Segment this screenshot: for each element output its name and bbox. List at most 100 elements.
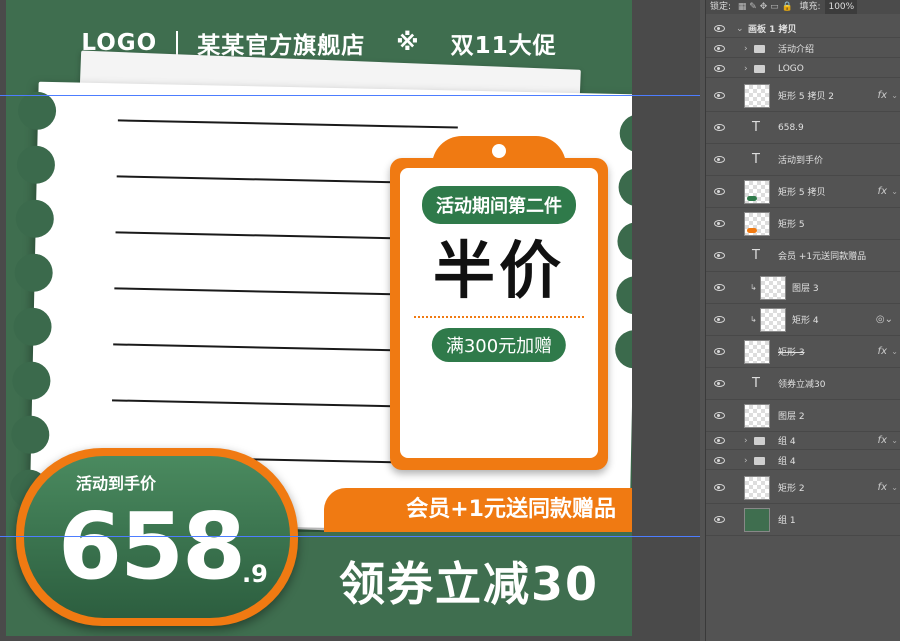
layer-thumbnail — [744, 83, 770, 108]
binder-hole — [12, 361, 51, 401]
layer-row[interactable]: ↳ 矩形 4 ◎⌄ — [706, 304, 900, 336]
eye-icon[interactable] — [714, 380, 725, 387]
layer-row[interactable]: 图层 2 — [706, 400, 900, 432]
eye-icon[interactable] — [714, 284, 725, 291]
layer-row[interactable]: 矩形 3 fx ⌄ — [706, 336, 900, 368]
fill-label: 填充: — [799, 2, 821, 12]
layer-row[interactable]: T 会员 +1元送同款赠品 — [706, 240, 900, 272]
text-layer-icon: T — [752, 120, 760, 135]
eye-icon[interactable] — [714, 457, 725, 464]
chevron-right-icon[interactable]: › — [744, 44, 748, 54]
horizontal-guide[interactable] — [0, 95, 700, 96]
layer-name: 矩形 3 — [778, 348, 805, 358]
photoshop-window: LOGO 某某官方旗舰店 ※ 双11大促 活动期间第二件 半价 满300元加赠 … — [0, 0, 900, 641]
binder-hole — [13, 307, 52, 347]
layer-row[interactable]: T 658.9 — [706, 112, 900, 144]
layer-name: 组 4 — [778, 437, 796, 447]
tag-half-price: 半价 — [432, 234, 565, 307]
eye-icon[interactable] — [714, 92, 725, 99]
layer-name: 组 4 — [778, 457, 796, 467]
promo-tag: 活动期间第二件 半价 满300元加赠 — [390, 136, 608, 470]
fill-input[interactable]: 100% — [825, 0, 858, 14]
binder-hole — [17, 91, 57, 131]
text-layer-icon: T — [752, 248, 760, 263]
folder-icon — [754, 44, 765, 53]
eye-icon[interactable] — [714, 348, 725, 355]
chevron-right-icon[interactable]: › — [744, 456, 748, 466]
eye-icon[interactable] — [714, 124, 725, 131]
chevron-down-icon[interactable]: ⌄ — [891, 347, 898, 356]
lock-icons[interactable]: ▦ ✎ ✥ ▭ 🔒 — [738, 2, 793, 12]
layer-row[interactable]: › LOGO — [706, 60, 900, 78]
price-badge-inner: 活动到手价 658 .9 — [24, 456, 290, 618]
lock-label: 锁定: — [710, 2, 732, 12]
eye-icon[interactable] — [714, 156, 725, 163]
layer-row[interactable]: T 活动到手价 — [706, 144, 900, 176]
layer-name: 图层 3 — [792, 284, 819, 294]
tag-dotted-divider — [414, 316, 584, 318]
title-divider — [176, 31, 179, 55]
chevron-down-icon[interactable]: ⌄ — [891, 483, 898, 492]
clip-link-icon: ↳ — [750, 315, 757, 324]
eye-icon[interactable] — [714, 516, 725, 523]
eye-icon[interactable] — [714, 25, 725, 32]
layer-row[interactable]: 矩形 5 — [706, 208, 900, 240]
layer-thumbnail — [744, 339, 770, 364]
eye-icon[interactable] — [714, 65, 725, 72]
eye-icon[interactable] — [714, 45, 725, 52]
chevron-down-icon[interactable]: ⌄ — [891, 91, 898, 100]
text-layer-icon: T — [752, 376, 760, 391]
event-name: 双11大促 — [450, 33, 557, 59]
layer-row[interactable]: ↳ 图层 3 — [706, 272, 900, 304]
layer-row[interactable]: ⌄ 画板 1 拷贝 — [706, 20, 900, 38]
layer-name: 矩形 5 拷贝 — [778, 188, 826, 198]
binder-hole — [15, 199, 55, 239]
eye-icon[interactable] — [714, 316, 725, 323]
layer-row[interactable]: 矩形 2 fx ⌄ — [706, 472, 900, 504]
layer-row[interactable]: T 领券立减30 — [706, 368, 900, 400]
fx-icon[interactable]: fx — [878, 435, 887, 446]
layers-toolbar: 锁定: ▦ ✎ ✥ ▭ 🔒 填充: 100% — [706, 0, 900, 14]
thumb-swatch — [747, 227, 757, 233]
eye-icon[interactable] — [714, 412, 725, 419]
fx-icon[interactable]: fx — [878, 90, 887, 101]
eye-icon[interactable] — [714, 484, 725, 491]
layer-row[interactable]: 矩形 5 拷贝 2 fx ⌄ — [706, 80, 900, 112]
layer-name: 矩形 5 — [778, 220, 805, 230]
folder-icon — [754, 456, 765, 465]
smart-filter-icon[interactable]: ◎⌄ — [876, 314, 893, 325]
chevron-down-icon[interactable]: ⌄ — [891, 187, 898, 196]
chevron-down-icon[interactable]: ⌄ — [736, 24, 744, 34]
binder-hole — [618, 167, 632, 207]
eye-icon[interactable] — [714, 188, 725, 195]
price-value: 658 — [58, 493, 246, 600]
eye-icon[interactable] — [714, 437, 725, 444]
horizontal-guide[interactable] — [0, 536, 700, 537]
eye-icon[interactable] — [714, 252, 725, 259]
price-badge: 活动到手价 658 .9 — [16, 448, 298, 626]
layer-thumbnail — [760, 307, 786, 332]
layers-panel: 锁定: ▦ ✎ ✥ ▭ 🔒 填充: 100% ⌄ 画板 1 拷贝 › 活动介绍 — [705, 0, 900, 641]
layer-row[interactable]: › 组 4 — [706, 452, 900, 470]
layer-row[interactable]: › 活动介绍 — [706, 40, 900, 58]
layer-name: 矩形 4 — [792, 316, 819, 326]
layer-row[interactable]: 矩形 5 拷贝 fx ⌄ — [706, 176, 900, 208]
fx-icon[interactable]: fx — [878, 346, 887, 357]
layer-name: 领券立减30 — [778, 380, 826, 390]
chevron-right-icon[interactable]: › — [744, 64, 748, 74]
layer-row[interactable]: › 组 4 fx ⌄ — [706, 432, 900, 450]
layer-row[interactable]: 组 1 — [706, 504, 900, 536]
fx-icon[interactable]: fx — [878, 186, 887, 197]
layer-name: 会员 +1元送同款赠品 — [778, 252, 867, 262]
price-decimal: .9 — [242, 560, 268, 588]
fx-icon[interactable]: fx — [878, 482, 887, 493]
chevron-right-icon[interactable]: › — [744, 436, 748, 446]
chevron-down-icon[interactable]: ⌄ — [891, 436, 898, 445]
canvas-area[interactable]: LOGO 某某官方旗舰店 ※ 双11大促 活动期间第二件 半价 满300元加赠 … — [0, 0, 700, 641]
price-label: 活动到手价 — [76, 474, 157, 493]
eye-icon[interactable] — [714, 220, 725, 227]
tag-bonus-pill: 满300元加赠 — [431, 328, 567, 362]
layer-name: LOGO — [778, 63, 804, 74]
thumb-swatch — [747, 195, 757, 201]
layer-name: 活动介绍 — [778, 45, 815, 55]
